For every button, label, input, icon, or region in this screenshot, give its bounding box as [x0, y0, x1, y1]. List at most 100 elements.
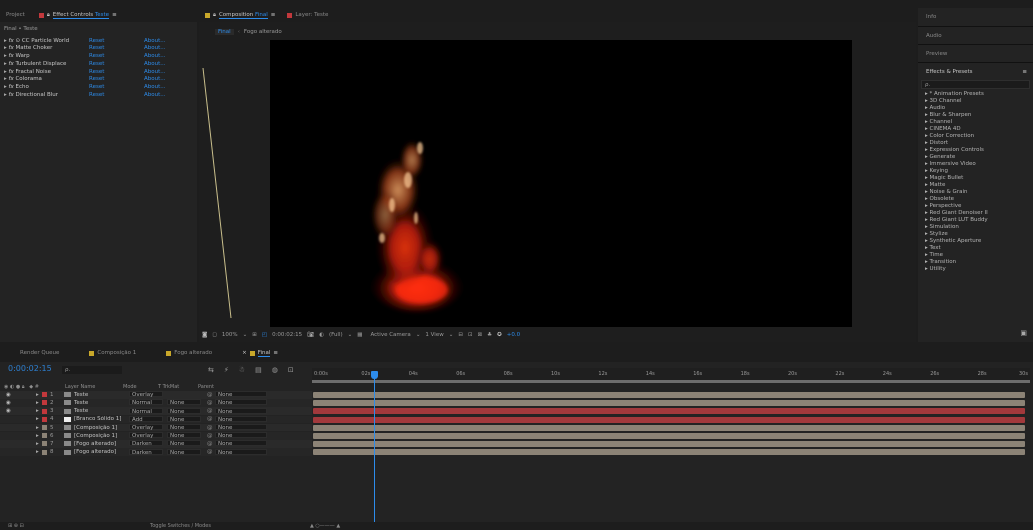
layer-duration-bar[interactable]	[313, 424, 1025, 431]
effect-category-item[interactable]: ▸ Channel	[921, 119, 1030, 126]
effect-category-item[interactable]: ▸ Time	[921, 252, 1030, 259]
effect-row[interactable]: ▸ fx Directional Blur Reset About...	[4, 91, 166, 99]
motion-blur-icon[interactable]: ◍	[272, 366, 278, 374]
video-visibility-icon[interactable]: ◉	[0, 400, 22, 406]
reset-link[interactable]: Reset	[89, 84, 144, 90]
region-of-interest-icon[interactable]: ◰	[262, 332, 267, 338]
layer-name[interactable]: [Composição 1]	[74, 433, 129, 439]
about-link[interactable]: About...	[144, 38, 166, 44]
effect-row[interactable]: ▸ fx Fractal Noise Reset About...	[4, 68, 166, 76]
timeline-timecode[interactable]: 0:00:02:15	[8, 364, 52, 373]
tab-project[interactable]: Project	[6, 12, 25, 18]
effect-category-item[interactable]: ▸ Audio	[921, 105, 1030, 112]
zoom-dropdown[interactable]: 100%	[222, 332, 238, 338]
trkmat-dropdown[interactable]: None	[167, 448, 207, 456]
effect-category-item[interactable]: ▸ Transition	[921, 259, 1030, 266]
effect-category-item[interactable]: ▸ Keying	[921, 168, 1030, 175]
reset-link[interactable]: Reset	[89, 53, 144, 59]
tab-fogo-alterado[interactable]: Fogo alterado	[166, 350, 212, 356]
tab-info[interactable]: Info	[918, 8, 1033, 26]
effect-category-item[interactable]: ▸ Text	[921, 245, 1030, 252]
effect-category-item[interactable]: ▸ Red Giant LUT Buddy	[921, 217, 1030, 224]
mask-visibility-icon[interactable]: ◻	[212, 332, 217, 338]
table-row[interactable]: ▸ 5 [Composição 1] Overlay None @ None	[0, 423, 312, 432]
effect-category-item[interactable]: ▸ Magic Bullet	[921, 175, 1030, 182]
about-link[interactable]: About...	[144, 53, 166, 59]
work-area-bar[interactable]	[312, 380, 1030, 383]
panel-menu-icon[interactable]: ≡	[1022, 69, 1027, 75]
table-row[interactable]: ▸ 4 [Branco Sólido 1] Add None @ None	[0, 415, 312, 424]
layer-duration-bar[interactable]	[313, 392, 1025, 398]
parent-dropdown[interactable]: None	[215, 448, 267, 456]
shy-layers-icon[interactable]: ☃︎	[239, 366, 245, 374]
layer-label-color[interactable]	[42, 400, 47, 406]
about-link[interactable]: About...	[144, 76, 166, 82]
effect-category-item[interactable]: ▸ Obsolete	[921, 196, 1030, 203]
trkmat-dropdown[interactable]: None	[167, 407, 207, 415]
header-mode[interactable]: Mode	[117, 384, 154, 390]
table-row[interactable]: ◉ ▸ 3 Teste Normal None @ None	[0, 407, 312, 415]
layer-duration-bar[interactable]	[313, 449, 1025, 456]
header-layer-name[interactable]: Layer Name	[45, 384, 117, 390]
mode-dropdown[interactable]: Overlay	[129, 432, 167, 439]
parent-dropdown[interactable]: None	[215, 415, 267, 423]
mode-dropdown[interactable]: Add	[129, 415, 167, 423]
panel-menu-icon[interactable]: ≡	[112, 12, 117, 18]
effect-name[interactable]: ▸ fx Colorama	[4, 76, 89, 82]
parent-dropdown[interactable]: None	[215, 391, 267, 398]
effect-category-item[interactable]: ▸ Matte	[921, 182, 1030, 189]
fast-previews-icon[interactable]: ⊡	[468, 332, 473, 338]
trkmat-dropdown[interactable]: None	[167, 399, 207, 406]
layer-name[interactable]: [Fogo alterado]	[74, 441, 129, 447]
about-link[interactable]: About...	[144, 92, 166, 98]
tab-effects-presets[interactable]: Effects & Presets ≡	[918, 62, 1033, 80]
comp-viewer-canvas[interactable]	[270, 40, 852, 327]
layer-label-color[interactable]	[42, 392, 47, 398]
table-row[interactable]: ◉ ▸ 2 Teste Normal None @ None	[0, 399, 312, 407]
effect-row[interactable]: ▸ fx ⊙ CC Particle World Reset About...	[4, 37, 166, 45]
tab-preview[interactable]: Preview	[918, 44, 1033, 62]
effect-category-item[interactable]: ▸ 3D Channel	[921, 98, 1030, 105]
parent-dropdown[interactable]: None	[215, 399, 267, 406]
effect-category-item[interactable]: ▸ Noise & Grain	[921, 189, 1030, 196]
effect-row[interactable]: ▸ fx Warp Reset About...	[4, 52, 166, 60]
layer-duration-bar[interactable]	[313, 408, 1025, 415]
effects-search-input[interactable]: ρ.	[921, 80, 1030, 89]
composition-mini-flowchart-icon[interactable]: ⇆	[208, 366, 214, 374]
panel-menu-icon[interactable]: ≡	[273, 350, 278, 356]
effect-row[interactable]: ▸ fx Echo Reset About...	[4, 83, 166, 91]
table-row[interactable]: ◉ ▸ 1 Teste Overlay @ None	[0, 391, 312, 399]
mode-dropdown[interactable]: Darken	[129, 440, 167, 447]
layer-label-color[interactable]	[42, 449, 47, 455]
effect-name[interactable]: ▸ fx Matte Choker	[4, 45, 89, 51]
transparency-grid-icon[interactable]: ▦	[357, 332, 362, 338]
video-visibility-icon[interactable]: ◉	[0, 408, 22, 414]
effect-category-item[interactable]: ▸ Stylize	[921, 231, 1030, 238]
layer-label-color[interactable]	[42, 441, 47, 447]
layer-name[interactable]: Teste	[74, 400, 129, 406]
close-icon[interactable]: ×	[242, 350, 247, 356]
tab-composicao-1[interactable]: Composição 1	[89, 350, 136, 356]
table-row[interactable]: ▸ 7 [Fogo alterado] Darken None @ None	[0, 440, 312, 448]
layer-name[interactable]: Teste	[74, 408, 129, 414]
about-link[interactable]: About...	[144, 45, 166, 51]
effect-category-item[interactable]: ▸ Distort	[921, 140, 1030, 147]
effect-name[interactable]: ▸ fx Directional Blur	[4, 92, 89, 98]
layer-label-color[interactable]	[42, 425, 47, 431]
camera-dropdown[interactable]: Active Camera	[370, 332, 410, 338]
mode-dropdown[interactable]: Overlay	[129, 391, 167, 398]
parent-pickwhip-icon[interactable]: @	[207, 441, 215, 447]
footer-icons[interactable]: ⊞ ⊕ ⊟	[0, 523, 150, 529]
flowchart-icon[interactable]: ♣	[487, 332, 492, 338]
parent-pickwhip-icon[interactable]: @	[207, 392, 215, 398]
timeline-icon[interactable]: ⊠	[478, 332, 483, 338]
layer-name[interactable]: [Fogo alterado]	[74, 449, 129, 455]
mode-dropdown[interactable]: Normal	[129, 407, 167, 415]
reset-link[interactable]: Reset	[89, 38, 144, 44]
mode-dropdown[interactable]: Darken	[129, 448, 167, 456]
layer-label-color[interactable]	[42, 416, 47, 422]
exposure-reset-icon[interactable]: ✪	[497, 332, 502, 338]
effect-category-item[interactable]: ▸ Perspective	[921, 203, 1030, 210]
parent-pickwhip-icon[interactable]: @	[207, 416, 215, 422]
reset-link[interactable]: Reset	[89, 92, 144, 98]
